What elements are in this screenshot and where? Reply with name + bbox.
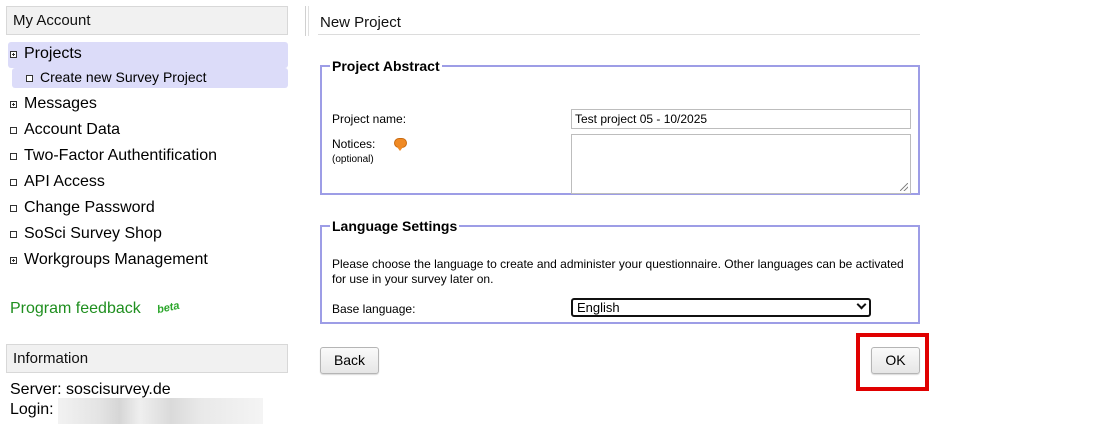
sidebar-item-account-data[interactable]: Account Data bbox=[8, 118, 288, 144]
server-info: Server: soscisurvey.de bbox=[10, 381, 171, 398]
sidebar-item-label: Change Password bbox=[24, 199, 155, 216]
language-settings-panel: Language Settings Please choose the lang… bbox=[320, 218, 920, 324]
account-nav: Projects Create new Survey Project Messa… bbox=[8, 42, 288, 274]
bullet-icon bbox=[10, 153, 17, 160]
sidebar-item-label: Account Data bbox=[24, 121, 121, 138]
information-header: Information bbox=[6, 344, 288, 373]
comment-icon[interactable] bbox=[394, 138, 407, 151]
sidebar-item-shop[interactable]: SoSci Survey Shop bbox=[8, 222, 288, 248]
sidebar-item-two-factor[interactable]: Two-Factor Authentification bbox=[8, 144, 288, 170]
language-settings-legend: Language Settings bbox=[332, 218, 458, 234]
project-name-label: Project name: bbox=[332, 112, 407, 126]
bullet-icon bbox=[10, 179, 17, 186]
sidebar-item-api-access[interactable]: API Access bbox=[8, 170, 288, 196]
bullet-icon bbox=[10, 205, 17, 212]
notices-label: Notices: bbox=[332, 137, 407, 151]
sidebar-item-label: Projects bbox=[24, 45, 82, 62]
expand-icon bbox=[10, 51, 17, 58]
project-abstract-panel: Project Abstract Project name: Notices: … bbox=[320, 58, 920, 195]
sidebar-item-label: Messages bbox=[24, 95, 97, 112]
language-help-text: Please choose the language to create and… bbox=[332, 257, 904, 286]
expand-icon bbox=[10, 257, 17, 264]
divider bbox=[308, 6, 309, 36]
notices-textarea[interactable] bbox=[571, 134, 911, 194]
sidebar-item-projects[interactable]: Projects bbox=[8, 42, 288, 68]
back-button[interactable]: Back bbox=[320, 347, 379, 374]
expand-icon bbox=[10, 101, 17, 108]
chevron-down-icon bbox=[856, 299, 867, 310]
notices-label-text: Notices: bbox=[332, 137, 376, 151]
project-name-input[interactable] bbox=[571, 109, 911, 129]
resize-grip-icon[interactable] bbox=[900, 183, 908, 191]
sidebar: My Account Projects Create new Survey Pr… bbox=[0, 0, 300, 429]
program-feedback-link[interactable]: Program feedback bbox=[10, 300, 141, 318]
my-account-header: My Account bbox=[6, 6, 288, 35]
base-language-select[interactable]: English bbox=[571, 298, 871, 317]
base-language-label: Base language: bbox=[332, 302, 416, 316]
sidebar-item-label: SoSci Survey Shop bbox=[24, 225, 162, 242]
sidebar-item-change-password[interactable]: Change Password bbox=[8, 196, 288, 222]
login-info: Login: bbox=[10, 401, 54, 418]
notices-optional: (optional) bbox=[332, 154, 374, 165]
sidebar-item-label: Two-Factor Authentification bbox=[24, 147, 217, 164]
redacted-login bbox=[58, 398, 263, 424]
project-abstract-legend: Project Abstract bbox=[332, 58, 440, 74]
sidebar-item-messages[interactable]: Messages bbox=[8, 92, 288, 118]
sidebar-item-label: Workgroups Management bbox=[24, 251, 208, 268]
sidebar-item-create-survey-project[interactable]: Create new Survey Project bbox=[12, 68, 288, 88]
bullet-icon bbox=[10, 127, 17, 134]
page-title: New Project bbox=[320, 14, 401, 31]
sidebar-item-workgroups[interactable]: Workgroups Management bbox=[8, 248, 288, 274]
title-rule bbox=[318, 34, 920, 35]
base-language-value: English bbox=[577, 300, 620, 315]
sidebar-item-label: API Access bbox=[24, 173, 105, 190]
beta-badge: beta bbox=[155, 299, 181, 317]
ok-highlight-box bbox=[856, 333, 929, 391]
sidebar-item-label: Create new Survey Project bbox=[40, 69, 207, 85]
bullet-icon bbox=[26, 75, 33, 82]
divider bbox=[305, 6, 306, 36]
bullet-icon bbox=[10, 231, 17, 238]
